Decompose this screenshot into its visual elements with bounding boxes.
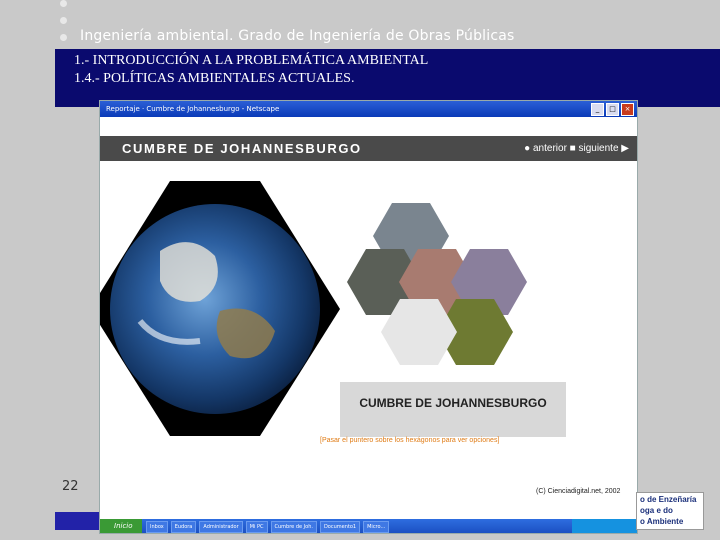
heading-line-2: 1.4.- POLÍTICAS AMBIENTALES ACTUALES.: [74, 71, 355, 86]
subtitle-box: CUMBRE DE JOHANNESBURGO: [340, 382, 566, 437]
site-banner: CUMBRE DE JOHANNESBURGO ● anterior ■ sig…: [100, 136, 637, 161]
window-title-bar: Reportaje · Cumbre de Johannesburgo - Ne…: [100, 101, 637, 117]
earth-globe-icon: [110, 204, 320, 414]
close-icon[interactable]: ×: [621, 103, 634, 116]
taskbar-item[interactable]: Mi PC: [245, 521, 268, 533]
course-title: Ingeniería ambiental. Grado de Ingenierí…: [80, 28, 515, 44]
taskbar-item[interactable]: Micro...: [363, 521, 390, 533]
taskbar-item[interactable]: Documento1: [319, 521, 361, 533]
bullet-dot: [60, 34, 67, 41]
logo-line: o Ambiente: [640, 517, 684, 526]
taskbar-item[interactable]: Cumbre de Joh.: [270, 521, 317, 533]
page-number: 22: [62, 479, 79, 494]
browser-screenshot: Reportaje · Cumbre de Johannesburgo - Ne…: [99, 100, 638, 534]
bullet-dot: [60, 0, 67, 7]
subtitle-text: CUMBRE DE JOHANNESBURGO: [359, 396, 547, 410]
slide-title-bar: 1.- INTRODUCCIÓN A LA PROBLEMÁTICA AMBIE…: [55, 49, 720, 107]
system-tray: [572, 519, 637, 533]
hover-hint: [Pasar el puntero sobre los hexágonos pa…: [320, 437, 500, 444]
taskbar-item[interactable]: Inbox: [146, 521, 168, 533]
bullet-dot: [60, 17, 67, 24]
minimize-icon[interactable]: _: [591, 103, 604, 116]
logo-line: o de Enzeñaría: [640, 495, 697, 504]
taskbar: Inicio Inbox Eudora Administrador Mi PC …: [100, 519, 637, 533]
nav-links[interactable]: ● anterior ■ siguiente ▶: [524, 143, 629, 154]
footer-strip: [55, 512, 99, 530]
taskbar-item[interactable]: Eudora: [170, 521, 197, 533]
copyright-text: (C) Cienciadigital.net, 2002: [536, 488, 621, 495]
maximize-icon[interactable]: □: [606, 103, 619, 116]
hexagon-collage: [100, 181, 527, 436]
taskbar-item[interactable]: Administrador: [199, 521, 243, 533]
start-button[interactable]: Inicio: [100, 519, 142, 533]
logo-line: oga e do: [640, 506, 673, 515]
institution-logo: o de Enzeñaría oga e do o Ambiente: [636, 492, 704, 530]
heading-line-1: 1.- INTRODUCCIÓN A LA PROBLEMÁTICA AMBIE…: [74, 53, 429, 68]
banner-title: CUMBRE DE JOHANNESBURGO: [122, 141, 362, 156]
window-title: Reportaje · Cumbre de Johannesburgo - Ne…: [106, 105, 280, 113]
